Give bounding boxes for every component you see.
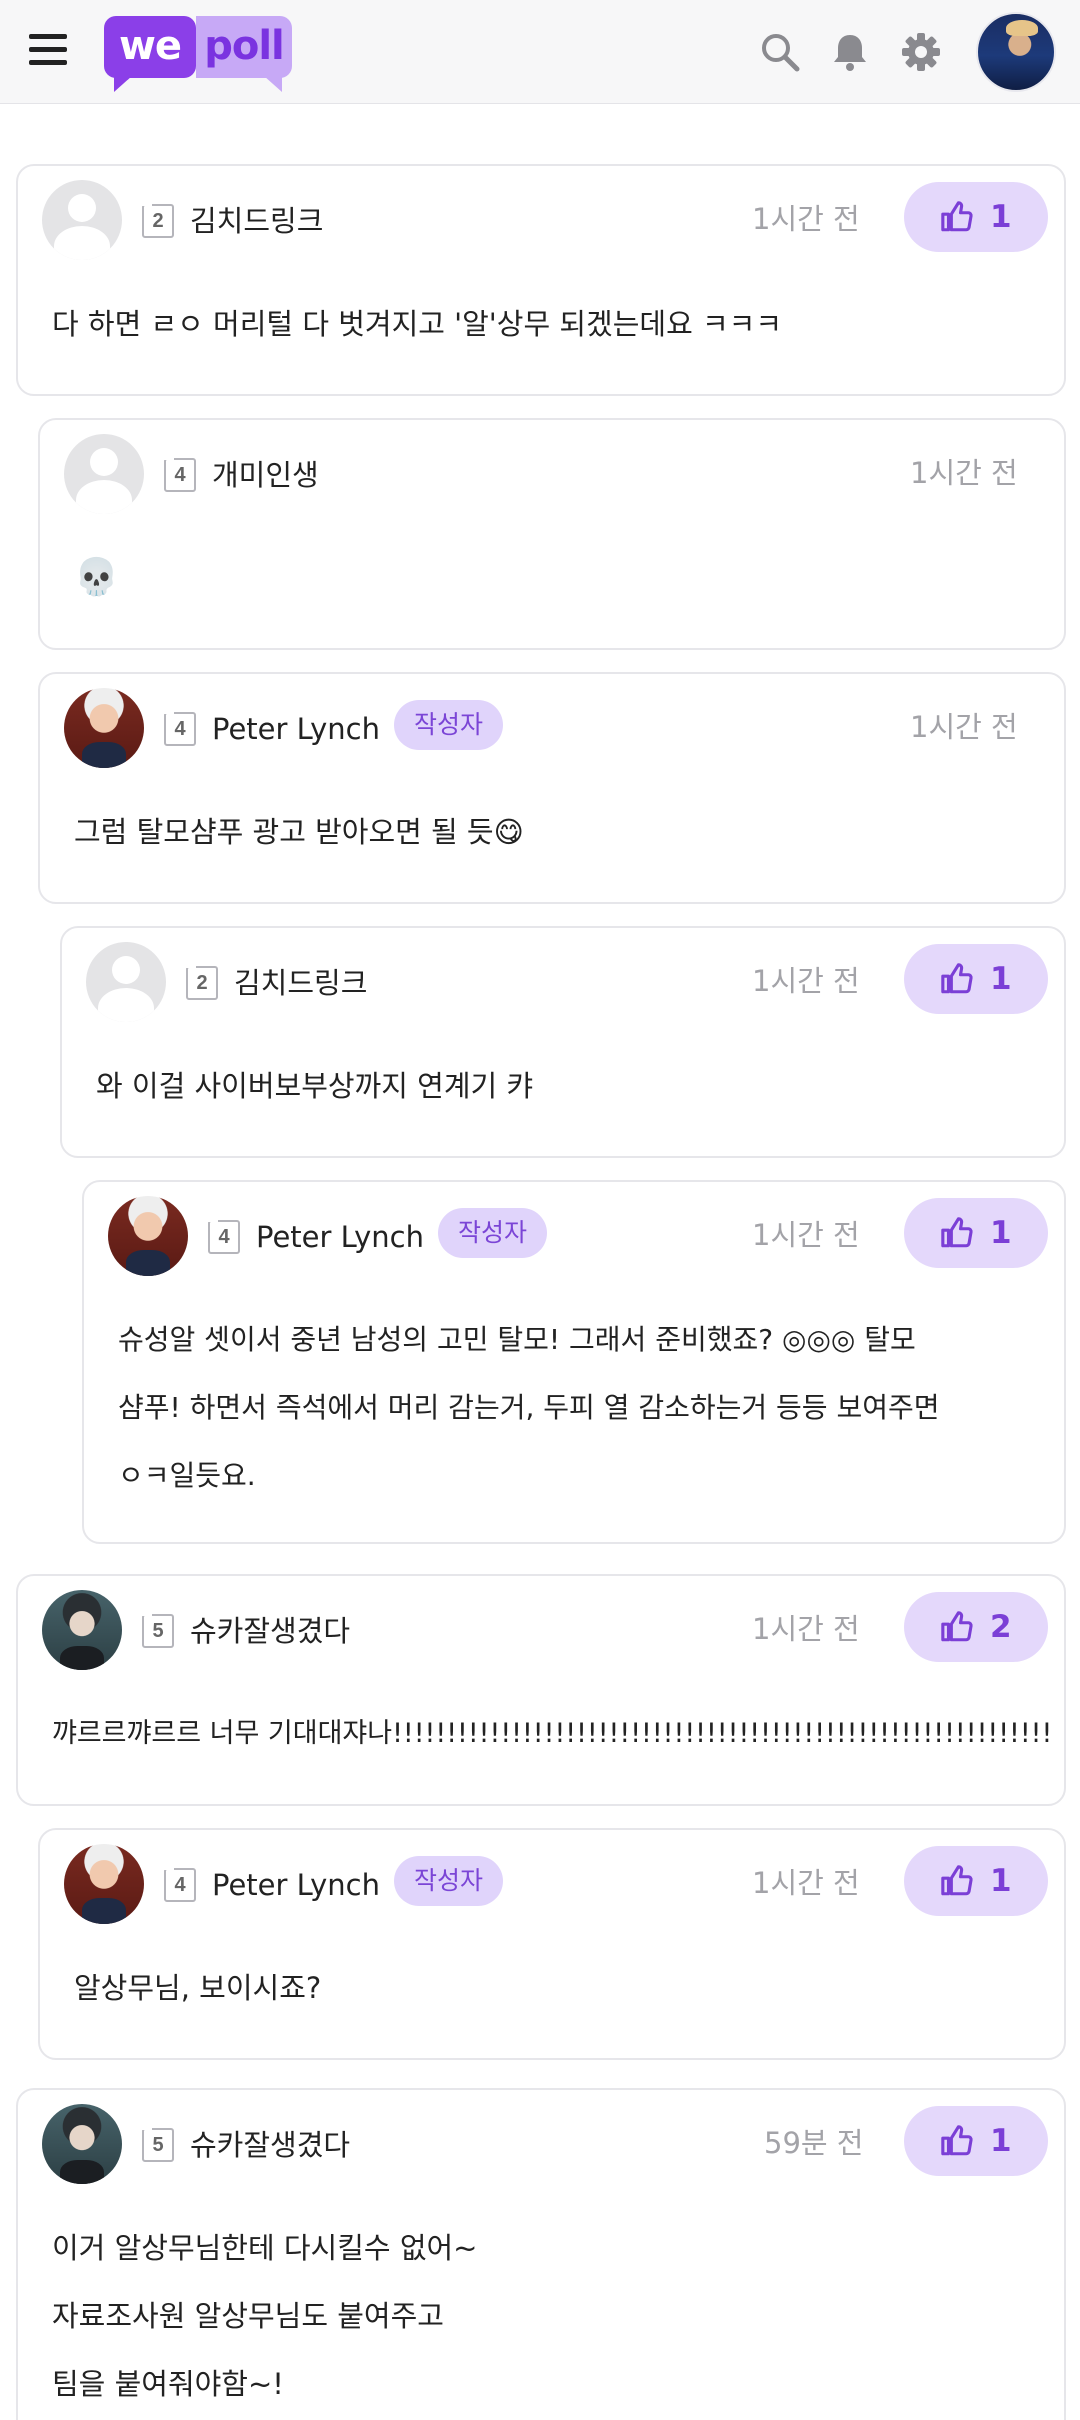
comment-nickname[interactable]: 김치드링크 <box>190 196 323 246</box>
comment-text: 알상무님, 보이시죠? <box>74 1971 322 2005</box>
reply-card: 4 Peter Lynch 작성자 1시간 전 1 알상무님, 보이시죠? <box>38 1828 1066 2060</box>
thumbs-up-icon <box>941 1865 973 1896</box>
comment-card: 2 김치드링크 1시간 전 1 다 하면 ㄹㅇ 머리털 다 벗겨지고 '알'상무… <box>16 164 1066 396</box>
reply-card: 4 Peter Lynch 작성자 1시간 전 1 슈성알 셋이서 중년 남성의… <box>82 1180 1066 1544</box>
comment-time: 1시간 전 <box>752 1866 860 1900</box>
author-badge: 작성자 <box>394 700 504 750</box>
reply-card: 4 개미인생 1시간 전 💀 <box>38 418 1066 650</box>
comment-time: 1시간 전 <box>752 1218 860 1252</box>
avatar[interactable] <box>42 180 122 260</box>
like-count: 1 <box>990 961 1012 997</box>
like-count: 2 <box>990 1609 1012 1645</box>
wepoll-logo[interactable]: we poll <box>104 14 294 94</box>
comment-nickname[interactable]: 슈카잘생겼다 <box>190 1606 350 1656</box>
avatar[interactable] <box>108 1196 188 1276</box>
logo-poll-part: poll <box>196 16 292 92</box>
like-count: 1 <box>990 2123 1012 2159</box>
reply-card: 2 김치드링크 1시간 전 1 와 이걸 사이버보부상까지 연계기 캬 <box>60 926 1066 1158</box>
comment-time: 1시간 전 <box>910 456 1018 490</box>
author-badge: 작성자 <box>438 1208 548 1258</box>
comment-time: 1시간 전 <box>752 964 860 998</box>
thumbs-up-icon <box>941 963 973 994</box>
level-badge: 2 <box>186 966 218 1000</box>
like-button[interactable]: 1 <box>904 2106 1048 2176</box>
level-badge: 4 <box>164 458 196 492</box>
comment-nickname[interactable]: 김치드링크 <box>234 958 367 1008</box>
comment-text: 와 이걸 사이버보부상까지 연계기 캬 <box>96 1069 534 1103</box>
comment-text: 이거 알상무님한테 다시킬수 없어~ 자료조사원 알상무님도 붙여주고 팀을 붙… <box>52 2231 478 2401</box>
comment-text: 다 하면 ㄹㅇ 머리털 다 벗겨지고 '알'상무 되겠는데요 ㅋㅋㅋ <box>52 307 783 341</box>
level-badge: 4 <box>164 1868 196 1902</box>
comment-nickname[interactable]: Peter Lynch <box>212 1860 380 1910</box>
comment-time: 1시간 전 <box>752 202 860 236</box>
search-icon[interactable] <box>758 30 802 74</box>
comment-nickname[interactable]: 슈카잘생겼다 <box>190 2120 350 2170</box>
comment-nickname[interactable]: Peter Lynch <box>212 704 380 754</box>
level-badge: 5 <box>142 2128 174 2162</box>
avatar[interactable] <box>64 688 144 768</box>
like-count: 1 <box>990 199 1012 235</box>
level-badge: 4 <box>164 712 196 746</box>
menu-icon[interactable] <box>26 28 70 72</box>
comment-nickname[interactable]: Peter Lynch <box>256 1212 424 1262</box>
avatar[interactable] <box>86 942 166 1022</box>
thumbs-up-icon <box>941 1611 973 1642</box>
level-badge: 2 <box>142 204 174 238</box>
like-button[interactable]: 1 <box>904 182 1048 252</box>
comment-text: 꺄르르꺄르르 너무 기대대쟈나!!!!!!!!!!!!!!!!!!!!!!!!!… <box>52 1718 1052 1749</box>
top-app-bar: we poll <box>0 0 1080 104</box>
comment-nickname[interactable]: 개미인생 <box>212 450 319 500</box>
author-badge: 작성자 <box>394 1856 504 1906</box>
comment-card: 5 슈카잘생겼다 1시간 전 2 꺄르르꺄르르 너무 기대대쟈나!!!!!!!!… <box>16 1574 1066 1806</box>
like-button[interactable]: 2 <box>904 1592 1048 1662</box>
comment-text: 슈성알 셋이서 중년 남성의 고민 탈모! 그래서 준비했죠? ◎◎◎ 탈모 샴… <box>118 1323 940 1492</box>
comment-time: 59분 전 <box>764 2126 864 2160</box>
thumbs-up-icon <box>941 201 973 232</box>
thumbs-up-icon <box>941 1217 973 1248</box>
comment-card: 5 슈카잘생겼다 59분 전 1 이거 알상무님한테 다시킬수 없어~ 자료조사… <box>16 2088 1066 2420</box>
avatar[interactable] <box>64 434 144 514</box>
user-avatar[interactable] <box>976 12 1056 92</box>
like-count: 1 <box>990 1863 1012 1899</box>
comment-text: 💀 <box>74 557 119 598</box>
gear-icon[interactable] <box>899 30 943 74</box>
reply-card: 4 Peter Lynch 작성자 1시간 전 그럼 탈모샴푸 광고 받아오면 … <box>38 672 1066 904</box>
avatar[interactable] <box>42 2104 122 2184</box>
level-badge: 5 <box>142 1614 174 1648</box>
comment-time: 1시간 전 <box>752 1612 860 1646</box>
thumbs-up-icon <box>941 2125 973 2156</box>
avatar[interactable] <box>42 1590 122 1670</box>
bell-icon[interactable] <box>828 30 872 74</box>
comment-time: 1시간 전 <box>910 710 1018 744</box>
like-button[interactable]: 1 <box>904 1846 1048 1916</box>
logo-we-part: we <box>104 16 196 92</box>
level-badge: 4 <box>208 1220 240 1254</box>
avatar[interactable] <box>64 1844 144 1924</box>
comment-text: 그럼 탈모샴푸 광고 받아오면 될 듯😋 <box>74 815 524 849</box>
like-count: 1 <box>990 1215 1012 1251</box>
like-button[interactable]: 1 <box>904 1198 1048 1268</box>
like-button[interactable]: 1 <box>904 944 1048 1014</box>
